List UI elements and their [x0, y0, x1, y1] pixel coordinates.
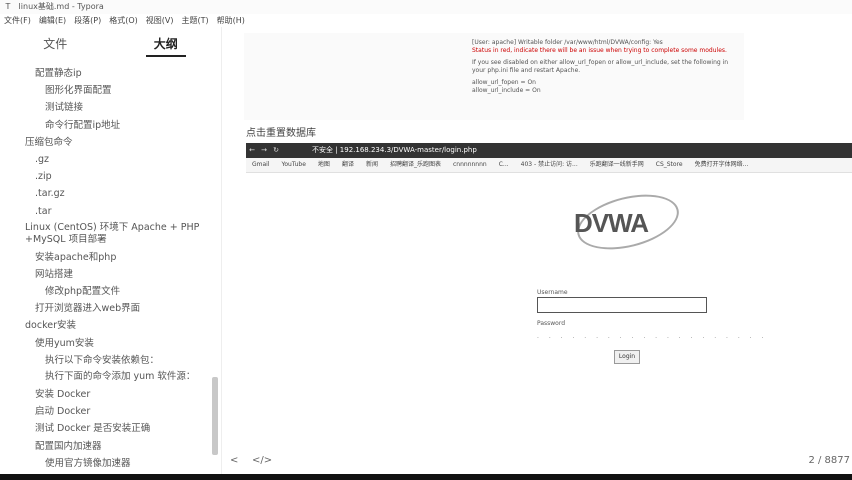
forward-arrow-icon: →: [261, 146, 267, 154]
menu-help[interactable]: 帮助(H): [213, 14, 249, 27]
menu-theme[interactable]: 主题(T): [177, 14, 212, 27]
outline-item[interactable]: 执行以下命令安装依赖包：: [0, 352, 205, 369]
outline-item[interactable]: 图形化界面配置: [0, 82, 205, 99]
window-title: linux基础.md - Typora: [18, 2, 104, 11]
status-bar: < </> 2 / 8877: [222, 452, 852, 472]
word-count[interactable]: 2 / 8877: [808, 455, 850, 466]
bookmark-item: 免费打开字体网络...: [694, 161, 749, 168]
bookmark-item: Gmail: [252, 161, 270, 168]
outline-item[interactable]: 网站搭建: [0, 266, 205, 283]
dvwa-logo: DVWA: [574, 208, 649, 238]
outline-item[interactable]: 测试链接: [0, 99, 205, 116]
taskbar-edge: [0, 474, 852, 480]
outline-item[interactable]: 使用官方镜像加速器: [0, 455, 205, 472]
outline-item[interactable]: 配置国内加速器: [0, 438, 205, 455]
menu-view[interactable]: 视图(V): [142, 14, 178, 27]
menu-bar: 文件(F) 编辑(E) 段落(P) 格式(O) 视图(V) 主题(T) 帮助(H…: [0, 14, 852, 27]
bookmark-item: 403 - 禁止访问: 访...: [520, 161, 578, 168]
sidebar: 文件 大纲 配置静态ip 图形化界面配置 测试链接 命令行配置ip地址 压缩包命…: [0, 27, 222, 474]
outline-item[interactable]: 命令行配置ip地址: [0, 117, 205, 134]
outline-item[interactable]: .zip: [0, 168, 205, 185]
menu-edit[interactable]: 编辑(E): [35, 14, 70, 27]
outline-item[interactable]: 启动 Docker: [0, 403, 205, 420]
bookmark-item: C...: [498, 161, 509, 168]
outline-item[interactable]: 修改php配置文件: [0, 283, 205, 300]
menu-paragraph[interactable]: 段落(P): [70, 14, 105, 27]
bookmark-item: cnnnnnnnn: [452, 161, 487, 168]
sidebar-scrollbar[interactable]: [212, 377, 218, 455]
outline-item[interactable]: 执行下面的命令添加 yum 软件源：: [0, 369, 205, 386]
browser-url-bar: ← → ↻ 不安全 | 192.168.234.3/DVWA-master/lo…: [246, 143, 852, 158]
browser-url: 不安全 | 192.168.234.3/DVWA-master/login.ph…: [312, 146, 477, 154]
source-code-icon[interactable]: </>: [252, 455, 272, 466]
outline-item[interactable]: .tar: [0, 203, 205, 220]
outline-item[interactable]: docker安装: [0, 317, 205, 334]
typora-app-icon: T: [5, 2, 11, 11]
password-field: · · · · · · · · · · · · · · · · · · · ·: [537, 335, 768, 342]
username-field: [537, 297, 707, 313]
bookmark-item: 翻译: [341, 161, 354, 168]
outline-list: 配置静态ip 图形化界面配置 测试链接 命令行配置ip地址 压缩包命令 .gz …: [0, 65, 205, 472]
bookmarks-bar: Gmail YouTube 地图 翻译 新闻 招聘翻译_乐跑图表 cnnnnnn…: [246, 158, 852, 173]
back-arrow-icon: ←: [249, 146, 255, 154]
menu-format[interactable]: 格式(O): [105, 14, 142, 27]
outline-item[interactable]: 配置静态ip: [0, 65, 205, 82]
config-text: [User: apache] Writable folder /var/www/…: [472, 39, 729, 94]
reload-icon: ↻: [273, 146, 279, 154]
sidebar-tabs: 文件 大纲: [0, 27, 221, 63]
outline-item[interactable]: 安装 Docker: [0, 386, 205, 403]
outline-item[interactable]: 安装apache和php: [0, 249, 205, 266]
bookmark-item: YouTube: [281, 161, 306, 168]
outline-item[interactable]: 测试 Docker 是否安装正确: [0, 420, 205, 437]
username-label: Username: [537, 289, 568, 296]
config-screenshot-image: [User: apache] Writable folder /var/www/…: [244, 33, 744, 120]
tab-outline[interactable]: 大纲: [111, 27, 222, 63]
dvwa-login-screenshot: ← → ↻ 不安全 | 192.168.234.3/DVWA-master/lo…: [246, 143, 852, 393]
outline-item[interactable]: 使用yum安装: [0, 335, 205, 352]
tab-files[interactable]: 文件: [0, 27, 111, 63]
outline-item[interactable]: Linux (CentOS) 环境下 Apache + PHP +MySQL 项…: [0, 220, 205, 249]
bookmark-item: 乐跑翻译一线新手网: [589, 161, 644, 168]
login-button: Login: [614, 350, 640, 364]
password-label: Password: [537, 320, 566, 327]
window-titlebar: T linux基础.md - Typora: [0, 0, 852, 14]
bookmark-item: 地图: [317, 161, 330, 168]
bookmark-item: CS_Store: [655, 161, 683, 168]
outline-item[interactable]: 打开浏览器进入web界面: [0, 300, 205, 317]
editor-content: [User: apache] Writable folder /var/www/…: [222, 27, 852, 474]
outline-item[interactable]: .tar.gz: [0, 185, 205, 202]
bookmark-item: 招聘翻译_乐跑图表: [389, 161, 441, 168]
bookmark-item: 新闻: [365, 161, 378, 168]
outline-item[interactable]: .gz: [0, 151, 205, 168]
chevron-left-icon[interactable]: <: [230, 455, 238, 466]
section-caption: 点击重置数据库: [246, 128, 316, 139]
menu-file[interactable]: 文件(F): [0, 14, 35, 27]
outline-item[interactable]: 压缩包命令: [0, 134, 205, 151]
